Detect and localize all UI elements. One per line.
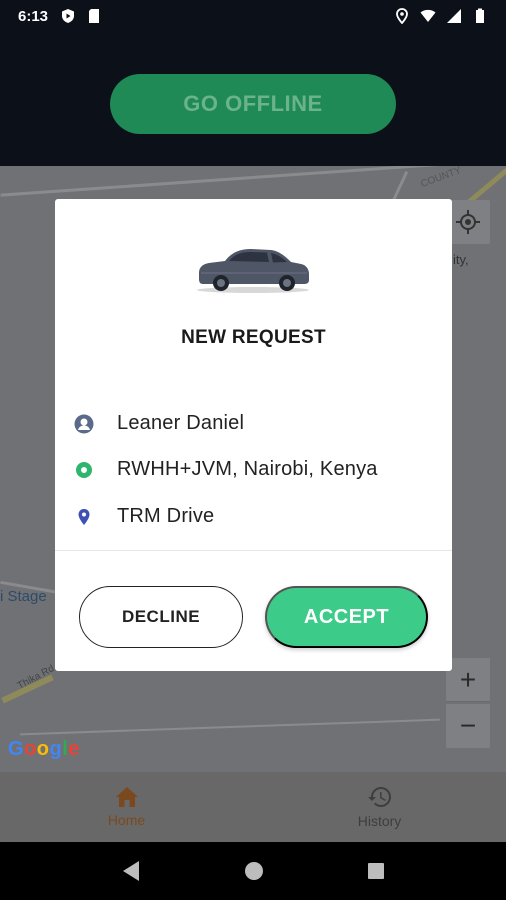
status-bar: 6:13 bbox=[0, 0, 506, 32]
wifi-icon bbox=[420, 9, 436, 22]
zoom-in-button[interactable]: + bbox=[446, 658, 490, 702]
google-logo: Google bbox=[8, 738, 80, 761]
recents-icon[interactable] bbox=[367, 862, 385, 880]
android-nav-bar bbox=[0, 842, 506, 900]
status-time: 6:13 bbox=[18, 7, 49, 25]
home-icon bbox=[115, 787, 138, 807]
back-icon[interactable] bbox=[121, 860, 141, 882]
nav-label-history: History bbox=[357, 813, 402, 829]
pickup-row: RWHH+JVM, Nairobi, Kenya bbox=[73, 458, 378, 481]
accept-button[interactable]: ACCEPT bbox=[265, 586, 428, 648]
signal-icon bbox=[447, 9, 461, 23]
dialog-title: NEW REQUEST bbox=[181, 327, 326, 348]
nav-label-home: Home bbox=[107, 812, 146, 828]
google-letter: o bbox=[24, 738, 37, 760]
bottom-nav: Home History bbox=[0, 772, 506, 842]
divider bbox=[55, 550, 452, 551]
new-request-dialog: NEW REQUEST Leaner Daniel RWHH+JVM, Nair… bbox=[55, 199, 452, 671]
sd-card-icon bbox=[89, 9, 100, 23]
car-icon bbox=[197, 249, 309, 293]
google-letter: o bbox=[36, 738, 50, 760]
decline-button[interactable]: DECLINE bbox=[79, 586, 243, 648]
google-letter: g bbox=[49, 738, 63, 760]
shield-play-icon bbox=[62, 9, 75, 23]
my-location-button[interactable] bbox=[446, 200, 490, 244]
crosshair-icon bbox=[456, 210, 480, 234]
nav-item-history[interactable]: History bbox=[253, 772, 506, 842]
history-icon bbox=[367, 787, 391, 807]
passenger-name: Leaner Daniel bbox=[117, 412, 245, 434]
nav-item-home[interactable]: Home bbox=[0, 772, 253, 842]
pickup-address: RWHH+JVM, Nairobi, Kenya bbox=[117, 458, 378, 480]
destination-pin-icon bbox=[73, 506, 95, 528]
battery-icon bbox=[476, 8, 484, 23]
passenger-row: Leaner Daniel bbox=[73, 412, 244, 435]
map-label-stage: i Stage bbox=[0, 588, 47, 605]
map-label-county: COUNTY bbox=[419, 166, 463, 190]
google-letter: G bbox=[8, 738, 25, 760]
location-icon bbox=[396, 8, 408, 24]
pickup-dot-icon bbox=[73, 459, 95, 481]
zoom-out-button[interactable]: − bbox=[446, 704, 490, 748]
google-letter: e bbox=[68, 738, 80, 760]
user-icon bbox=[73, 413, 95, 435]
go-offline-button[interactable]: GO OFFLINE bbox=[110, 74, 396, 134]
map-label-city: ity, bbox=[453, 252, 469, 267]
home-circle-icon[interactable] bbox=[244, 861, 264, 881]
destination-address: TRM Drive bbox=[117, 505, 215, 527]
header: GO OFFLINE bbox=[0, 32, 506, 166]
destination-row: TRM Drive bbox=[73, 505, 214, 528]
